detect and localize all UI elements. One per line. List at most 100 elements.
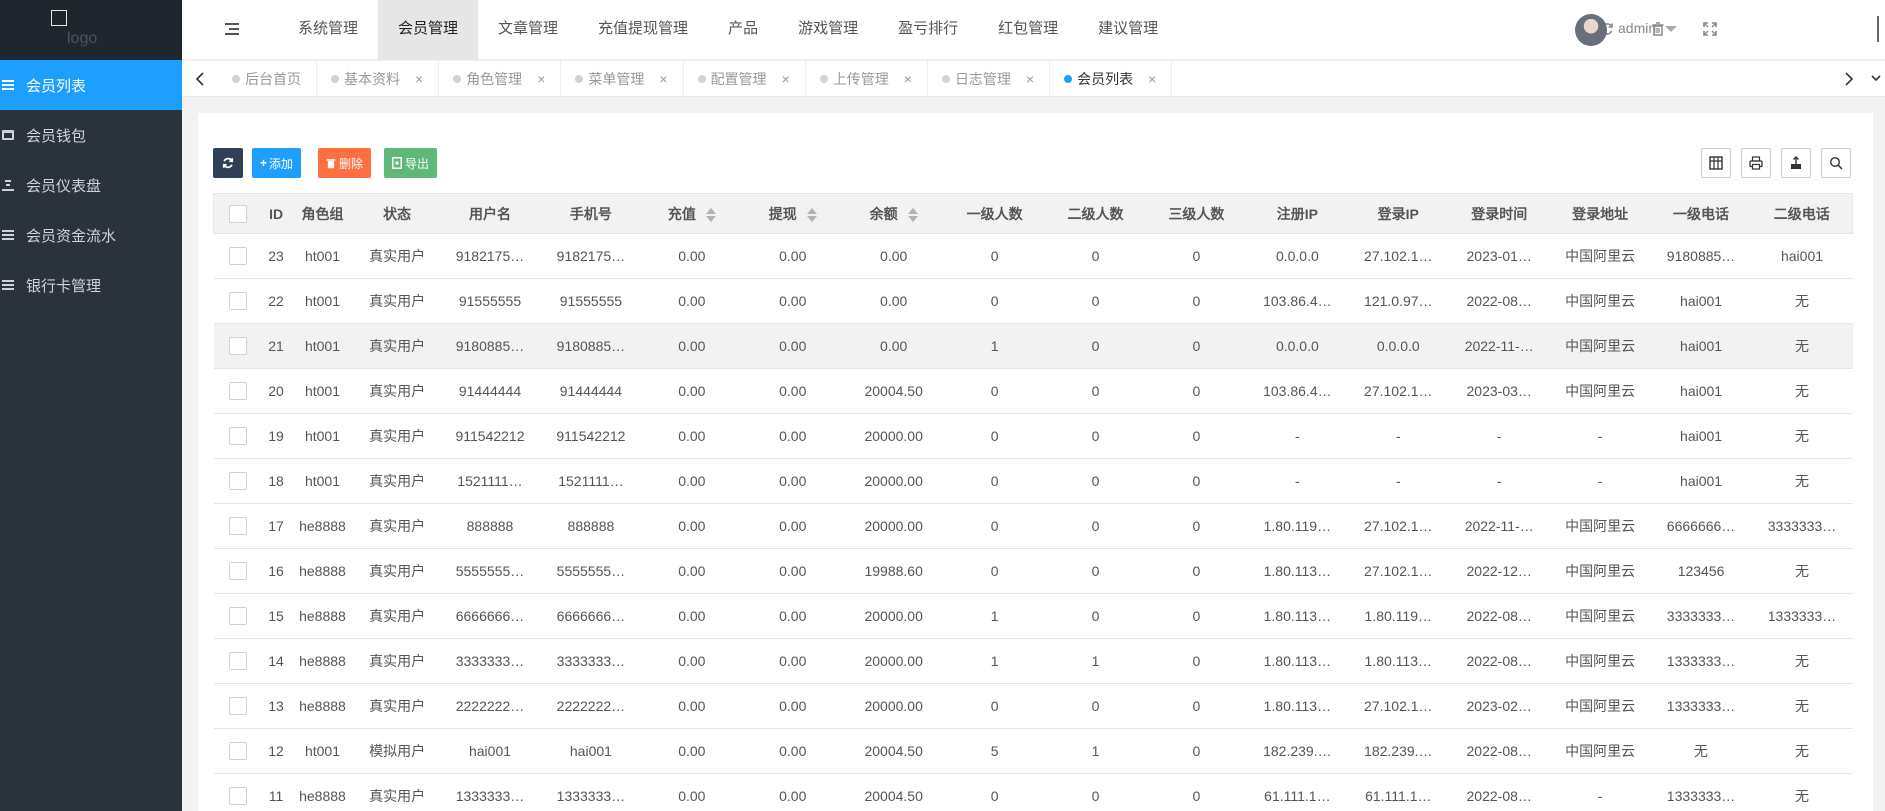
table-row[interactable]: 20 ht001 真实用户 91444444 91444444 0.00 0.00 20004… bbox=[213, 368, 1853, 414]
table-cell: 0 bbox=[1145, 233, 1247, 279]
row-checkbox[interactable] bbox=[228, 427, 247, 446]
sort-icon[interactable] bbox=[806, 207, 817, 222]
table-cell: 20000.00 bbox=[843, 683, 945, 729]
menu-toggle-icon[interactable] bbox=[225, 23, 239, 35]
table-row[interactable]: 13 he8888 真实用户 2222222… 2222222… 0.00 0.00 2000… bbox=[213, 683, 1853, 729]
table-row[interactable]: 17 he8888 真实用户 888888 888888 0.00 0.00 20000.00… bbox=[213, 503, 1853, 549]
tabs-next-icon[interactable] bbox=[1831, 61, 1867, 97]
table-row[interactable]: 19 ht001 真实用户 911542212 911542212 0.00 0.00 200… bbox=[213, 413, 1853, 459]
sidebar-item-4[interactable]: 银行卡管理 bbox=[0, 260, 182, 310]
column-header[interactable]: 提现 bbox=[742, 193, 844, 234]
add-button[interactable]: + 添加 bbox=[252, 148, 302, 178]
table-cell: - bbox=[1448, 458, 1550, 504]
sort-icon[interactable] bbox=[705, 207, 716, 222]
refresh-table-button[interactable] bbox=[213, 148, 243, 178]
export-icon[interactable] bbox=[1781, 148, 1811, 178]
export-button-label: 导出 bbox=[405, 156, 430, 171]
table-cell: 20000.00 bbox=[843, 458, 945, 504]
sidebar-item-3[interactable]: 会员资金流水 bbox=[0, 210, 182, 260]
close-icon[interactable]: × bbox=[782, 71, 790, 87]
tab-3[interactable]: 菜单管理 × bbox=[561, 61, 684, 97]
export-button[interactable]: 导出 bbox=[384, 148, 438, 178]
top-header: 系统管理 会员管理 文章管理 充值提现管理 产品 游戏管理 盈亏排行 红包管理 建议管理 adm… bbox=[182, 0, 1885, 60]
tab-5[interactable]: 上传管理 × bbox=[806, 61, 928, 97]
table-row[interactable]: 12 ht001 模拟用户 hai001 hai001 0.00 0.00 20004.50 5… bbox=[213, 728, 1853, 774]
table-cell: 无 bbox=[1650, 728, 1752, 774]
sort-icon[interactable] bbox=[907, 207, 918, 222]
table-cell: 5555555… bbox=[540, 548, 642, 594]
table-cell: hai001 bbox=[1650, 458, 1752, 504]
tabs-menu-chevron-icon[interactable] bbox=[1867, 61, 1885, 97]
tab-0[interactable]: 后台首页 bbox=[218, 61, 317, 97]
tabs-prev-icon[interactable] bbox=[182, 61, 218, 97]
row-checkbox[interactable] bbox=[228, 742, 247, 761]
table-cell: 0.00 bbox=[742, 503, 844, 549]
table-cell: 103.86.4… bbox=[1246, 278, 1348, 324]
tab-dot-icon bbox=[1064, 75, 1073, 83]
column-header: 登录时间 bbox=[1448, 193, 1550, 234]
close-icon[interactable]: × bbox=[415, 71, 423, 87]
close-icon[interactable]: × bbox=[1148, 71, 1156, 87]
row-checkbox[interactable] bbox=[228, 517, 247, 536]
fullscreen-icon[interactable] bbox=[1701, 20, 1719, 38]
avatar[interactable] bbox=[1575, 14, 1607, 46]
sidebar-item-1[interactable]: 会员钱包 bbox=[0, 110, 182, 160]
table-row[interactable]: 11 he8888 真实用户 1333333… 1333333… 0.00 0.00 2000… bbox=[213, 773, 1853, 811]
table-row[interactable]: 15 he8888 真实用户 6666666… 6666666… 0.00 0.00 2000… bbox=[213, 593, 1853, 639]
column-header-label: 状态 bbox=[383, 205, 412, 222]
nav-item-0[interactable]: 系统管理 bbox=[278, 0, 378, 60]
more-icon[interactable] bbox=[1877, 16, 1881, 42]
nav-item-4[interactable]: 产品 bbox=[708, 0, 778, 60]
row-checkbox[interactable] bbox=[228, 787, 247, 806]
user-name[interactable]: admin bbox=[1618, 20, 1656, 36]
close-icon[interactable]: × bbox=[537, 71, 545, 87]
tab-dot-icon bbox=[453, 75, 462, 83]
table-cell: 2022-11-… bbox=[1448, 323, 1550, 369]
nav-item-5[interactable]: 游戏管理 bbox=[778, 0, 878, 60]
tab-1[interactable]: 基本资料 × bbox=[317, 61, 440, 97]
column-header[interactable]: 余额 bbox=[843, 193, 945, 234]
table-row[interactable]: 16 he8888 真实用户 5555555… 5555555… 0.00 0.00 1998… bbox=[213, 548, 1853, 594]
delete-button[interactable]: 删除 bbox=[318, 148, 372, 178]
table-cell: hai001 bbox=[1650, 278, 1752, 324]
table-cell: hai001 bbox=[1650, 368, 1752, 414]
tab-4[interactable]: 配置管理 × bbox=[684, 61, 806, 97]
row-checkbox[interactable] bbox=[228, 652, 247, 671]
row-checkbox[interactable] bbox=[228, 562, 247, 581]
row-checkbox[interactable] bbox=[228, 382, 247, 401]
table-cell: 0.00 bbox=[641, 638, 743, 684]
table-cell: 9180885… bbox=[439, 323, 541, 369]
sidebar-item-0[interactable]: 会员列表 bbox=[0, 60, 182, 110]
table-row[interactable]: 23 ht001 真实用户 9182175… 9182175… 0.00 0.00 0.00 0… bbox=[213, 233, 1853, 279]
column-header[interactable]: 充值 bbox=[641, 193, 743, 234]
nav-item-1[interactable]: 会员管理 bbox=[378, 0, 479, 60]
columns-filter-icon[interactable] bbox=[1701, 148, 1731, 178]
row-checkbox[interactable] bbox=[228, 292, 247, 311]
row-checkbox[interactable] bbox=[228, 247, 247, 266]
row-checkbox[interactable] bbox=[228, 472, 247, 491]
tab-2[interactable]: 角色管理 × bbox=[439, 61, 562, 97]
table-row[interactable]: 18 ht001 真实用户 1521111… 1521111… 0.00 0.00 20000… bbox=[213, 458, 1853, 504]
table-cell: 20000.00 bbox=[843, 503, 945, 549]
row-checkbox[interactable] bbox=[228, 697, 247, 716]
nav-item-7[interactable]: 红包管理 bbox=[978, 0, 1078, 60]
table-row[interactable]: 21 ht001 真实用户 9180885… 9180885… 0.00 0.00 0.00 1… bbox=[213, 323, 1853, 369]
row-checkbox[interactable] bbox=[228, 607, 247, 626]
tab-7[interactable]: 会员列表 × bbox=[1050, 61, 1173, 97]
chevron-down-icon[interactable] bbox=[1665, 26, 1677, 32]
nav-item-2[interactable]: 文章管理 bbox=[478, 0, 578, 60]
tab-6[interactable]: 日志管理 × bbox=[928, 61, 1051, 97]
sidebar-item-2[interactable]: 会员仪表盘 bbox=[0, 160, 182, 210]
close-icon[interactable]: × bbox=[904, 71, 912, 87]
table-row[interactable]: 22 ht001 真实用户 91555555 91555555 0.00 0.00 0.00 0… bbox=[213, 278, 1853, 324]
print-icon[interactable] bbox=[1741, 148, 1771, 178]
table-row[interactable]: 14 he8888 真实用户 3333333… 3333333… 0.00 0.00 2000… bbox=[213, 638, 1853, 684]
close-icon[interactable]: × bbox=[1026, 71, 1034, 87]
search-icon[interactable] bbox=[1821, 148, 1851, 178]
row-checkbox[interactable] bbox=[228, 337, 247, 356]
close-icon[interactable]: × bbox=[659, 71, 667, 87]
select-all-checkbox[interactable] bbox=[228, 204, 247, 223]
nav-item-8[interactable]: 建议管理 bbox=[1078, 0, 1178, 60]
nav-item-6[interactable]: 盈亏排行 bbox=[878, 0, 978, 60]
nav-item-3[interactable]: 充值提现管理 bbox=[578, 0, 708, 60]
